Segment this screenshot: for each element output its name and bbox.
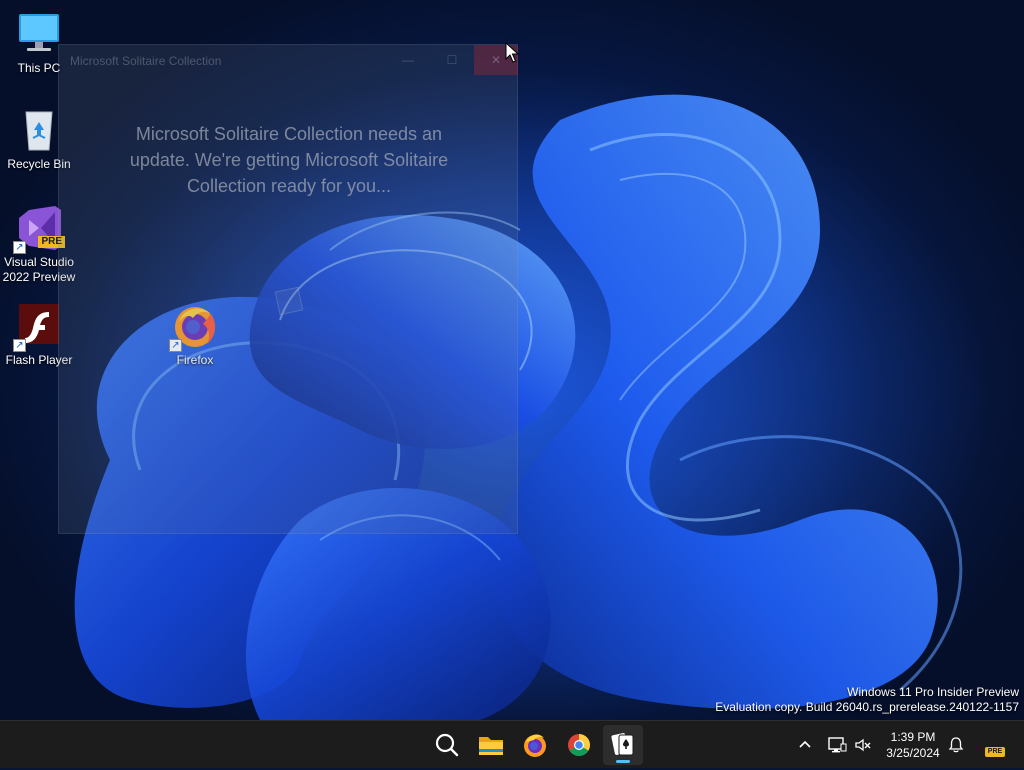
watermark-edition: Windows 11 Pro Insider Preview <box>847 685 1019 699</box>
clock-date: 3/25/2024 <box>886 746 940 760</box>
maximize-button[interactable]: ☐ <box>430 45 474 75</box>
taskbar-solitaire[interactable] <box>603 725 643 765</box>
insider-pre-badge: PRE <box>985 747 1005 757</box>
taskbar-clock[interactable]: 1:39 PM 3/25/2024 <box>880 729 946 761</box>
solitaire-icon <box>611 733 634 756</box>
shortcut-arrow-icon: ↗ <box>13 241 26 254</box>
update-message: Microsoft Solitaire Collection needs an … <box>129 124 449 196</box>
evaluation-watermark: Windows 11 Pro Insider Preview Evaluatio… <box>715 685 1019 715</box>
solitaire-update-window[interactable]: Microsoft Solitaire Collection — ☐ ✕ Mic… <box>58 44 518 534</box>
file-explorer-icon <box>479 737 503 755</box>
window-titlebar[interactable]: Microsoft Solitaire Collection — ☐ ✕ <box>59 45 518 75</box>
clock-time: 1:39 PM <box>890 730 936 744</box>
recycle-bin-icon <box>15 106 63 154</box>
window-title: Microsoft Solitaire Collection <box>70 54 222 68</box>
notification-bell-icon[interactable] <box>946 735 966 755</box>
pre-badge-label: PRE <box>987 748 1003 755</box>
taskbar-file-explorer[interactable] <box>471 725 511 765</box>
window-app-icon <box>274 286 304 316</box>
mouse-cursor-icon <box>505 41 520 69</box>
computer-icon <box>15 10 63 58</box>
watermark-build: Evaluation copy. Build 26040.rs_prerelea… <box>715 700 1019 714</box>
minimize-button[interactable]: — <box>386 45 430 75</box>
active-indicator <box>616 760 630 763</box>
tray-overflow-chevron-icon[interactable] <box>795 735 815 755</box>
firefox-icon <box>524 734 546 757</box>
search-icon <box>435 733 459 757</box>
network-icon[interactable] <box>827 735 847 755</box>
visual-studio-icon: PRE ↗ <box>13 204 65 254</box>
shortcut-arrow-icon: ↗ <box>13 339 26 352</box>
volume-muted-icon[interactable] <box>853 735 873 755</box>
chrome-icon <box>568 734 590 756</box>
taskbar: 1:39 PM 3/25/2024 PRE <box>0 720 1024 768</box>
taskbar-chrome[interactable] <box>559 725 599 765</box>
taskbar-search-button[interactable] <box>427 725 467 765</box>
flash-player-icon: ↗ <box>13 302 63 352</box>
taskbar-firefox[interactable] <box>515 725 555 765</box>
